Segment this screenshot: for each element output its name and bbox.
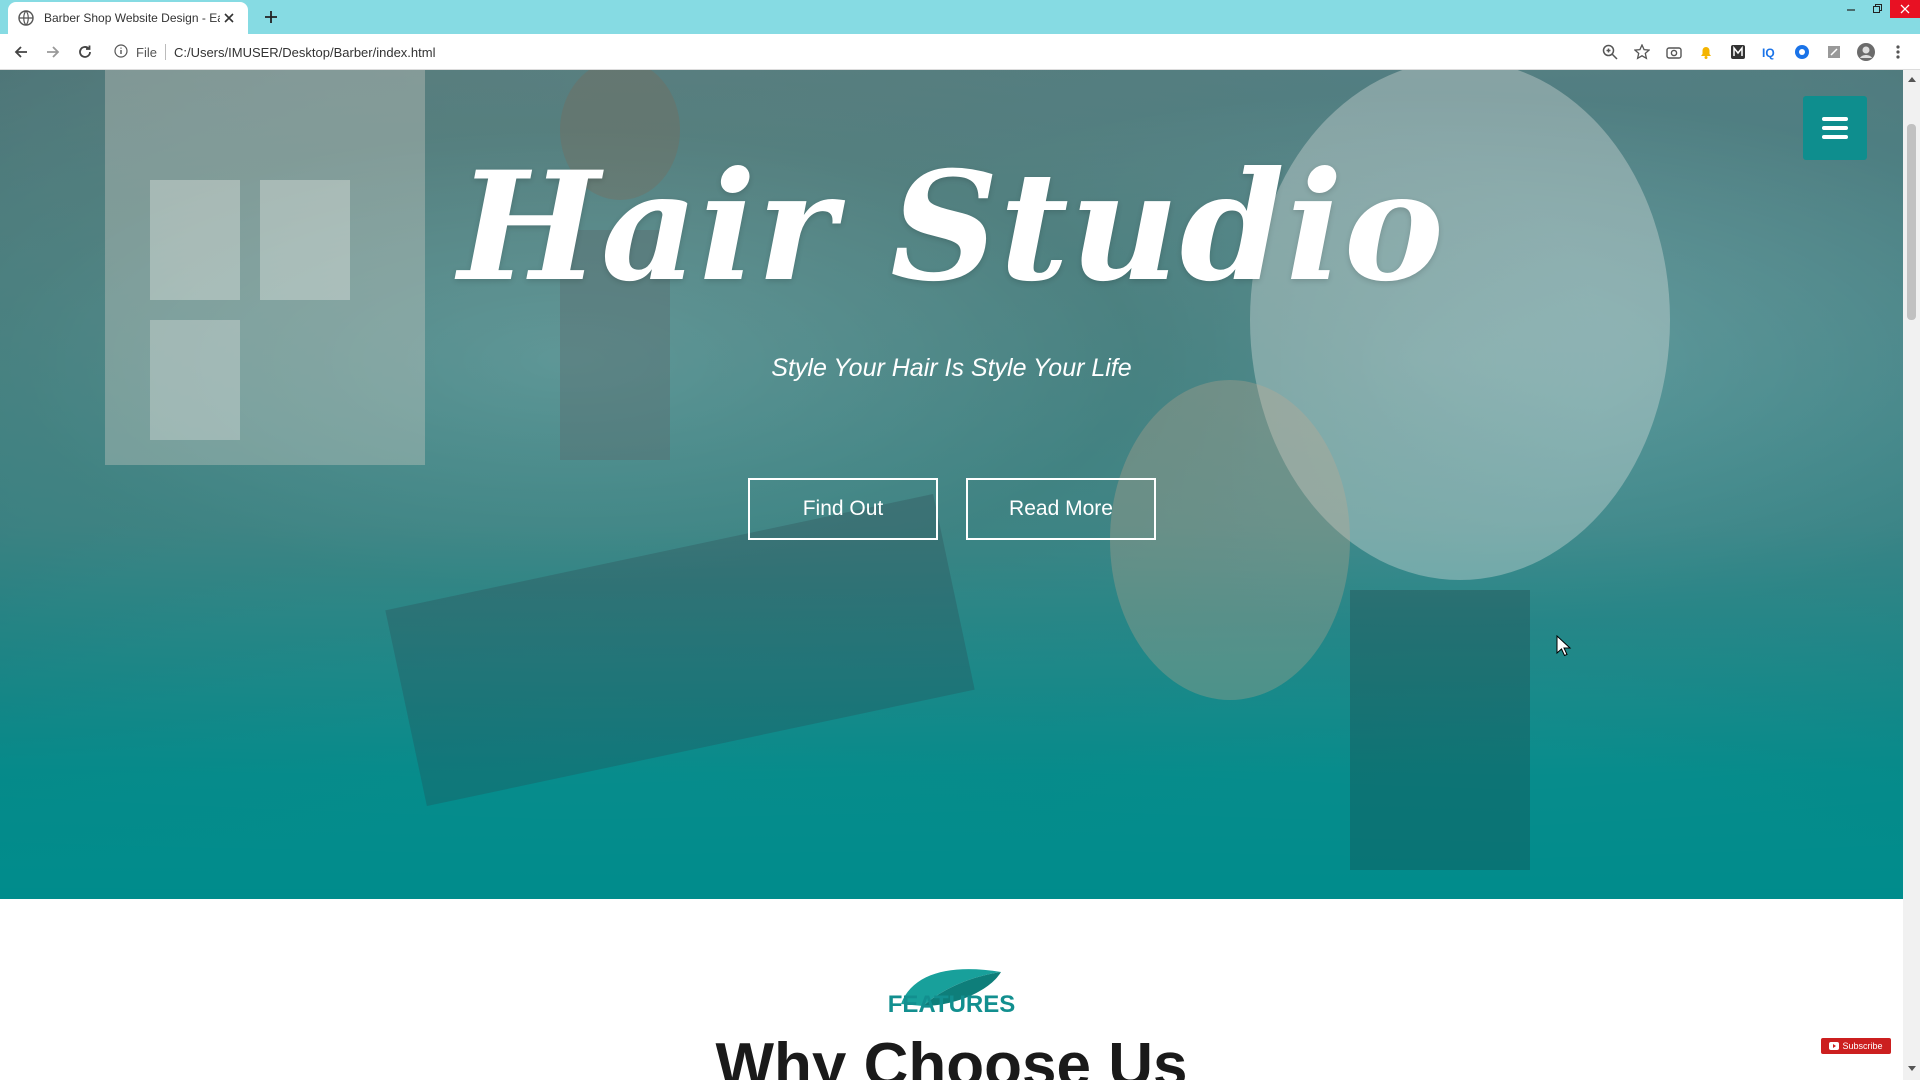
restore-icon[interactable] [1864, 0, 1890, 18]
browser-addressbar: File C:/Users/IMUSER/Desktop/Barber/inde… [0, 34, 1920, 70]
new-tab-button[interactable] [260, 6, 282, 28]
puzzle-extension-icon[interactable] [1824, 42, 1844, 62]
browser-tabbar: Barber Shop Website Design - Ea [0, 0, 1920, 34]
close-window-icon[interactable] [1890, 0, 1920, 18]
minimize-icon[interactable] [1838, 0, 1864, 18]
hero-section: Hair Studio Style Your Hair Is Style You… [0, 70, 1903, 899]
menu-bar-icon [1822, 135, 1848, 139]
extension-icons: IQ [1600, 42, 1908, 62]
profile-avatar[interactable] [1856, 42, 1876, 62]
browser-tab[interactable]: Barber Shop Website Design - Ea [8, 2, 248, 34]
page-scrollbar[interactable] [1903, 70, 1920, 1080]
read-more-button[interactable]: Read More [966, 478, 1156, 540]
mouse-cursor-icon [1556, 635, 1572, 657]
window-controls [1838, 0, 1920, 22]
camera-icon[interactable] [1664, 42, 1684, 62]
tab-title: Barber Shop Website Design - Ea [44, 11, 220, 25]
youtube-subscribe-badge[interactable]: Subscribe [1821, 1038, 1891, 1054]
forward-icon[interactable] [42, 41, 64, 63]
star-icon[interactable] [1632, 42, 1652, 62]
url-field[interactable]: File C:/Users/IMUSER/Desktop/Barber/inde… [114, 41, 435, 63]
back-icon[interactable] [10, 41, 32, 63]
info-icon[interactable] [114, 43, 128, 61]
scroll-up-icon[interactable] [1907, 74, 1916, 83]
menu-bar-icon [1822, 126, 1848, 130]
section-heading: Why Choose Us [715, 1031, 1188, 1080]
scroll-down-icon[interactable] [1907, 1064, 1916, 1073]
page-viewport: Hair Studio Style Your Hair Is Style You… [0, 70, 1920, 1080]
youtube-play-icon [1829, 1042, 1840, 1050]
hero-subtitle: Style Your Hair Is Style Your Life [771, 354, 1132, 382]
close-tab-icon[interactable] [220, 9, 238, 27]
bell-extension-icon[interactable] [1696, 42, 1716, 62]
iq-extension-icon[interactable]: IQ [1760, 42, 1780, 62]
url-separator [164, 44, 166, 60]
features-label: FEATURES [887, 991, 1016, 1018]
reload-icon[interactable] [74, 41, 96, 63]
more-menu-icon[interactable] [1888, 42, 1908, 62]
find-out-button[interactable]: Find Out [748, 478, 938, 540]
scroll-thumb[interactable] [1907, 124, 1916, 320]
circle-extension-icon[interactable] [1792, 42, 1812, 62]
hero-title: Hair Studio [458, 139, 1445, 315]
zoom-icon[interactable] [1600, 42, 1620, 62]
menu-bar-icon [1822, 117, 1848, 121]
url-protocol: File [136, 44, 157, 60]
subscribe-label: Subscribe [1842, 1041, 1883, 1051]
url-text: C:/Users/IMUSER/Desktop/Barber/index.htm… [173, 44, 436, 60]
globe-icon [18, 10, 34, 26]
m-extension-icon[interactable] [1728, 42, 1748, 62]
svg-text:IQ: IQ [1762, 46, 1775, 60]
hamburger-menu-button[interactable] [1803, 96, 1867, 160]
